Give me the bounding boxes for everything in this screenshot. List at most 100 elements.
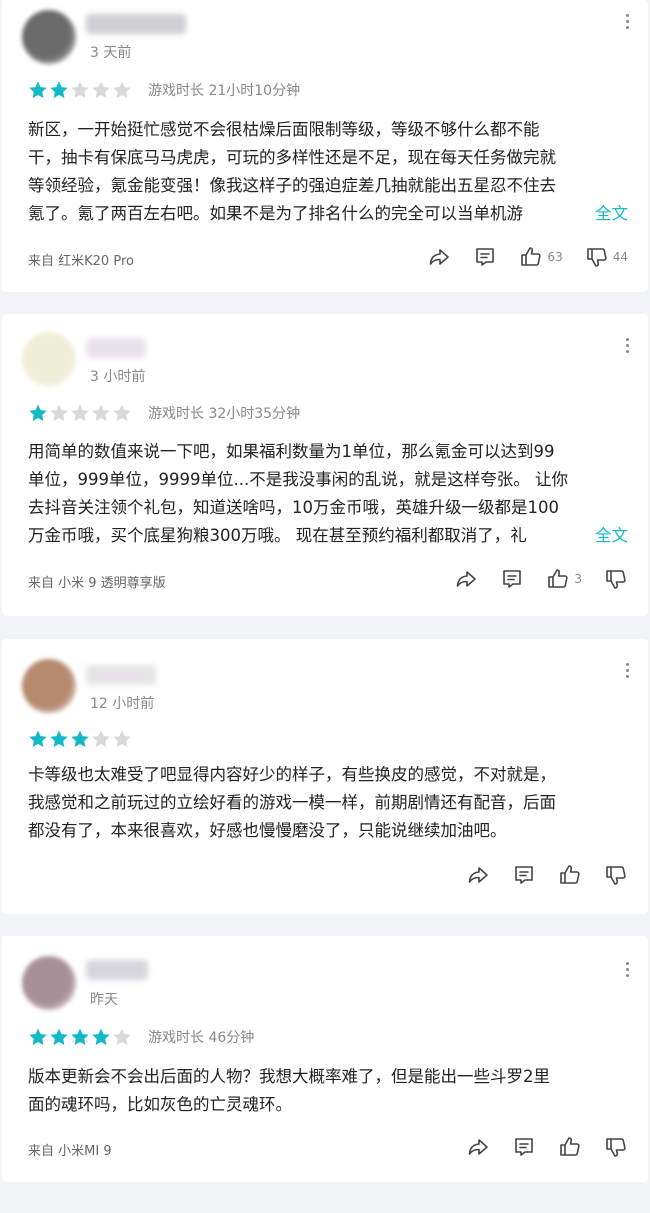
action-bar: 3 (432, 567, 628, 591)
share-button[interactable] (466, 1135, 490, 1159)
star-icon (49, 1027, 69, 1047)
review-text-last-line: 万金币哦，买个底星狗粮300万哦。 现在甚至预约福利都取消了，礼 全文 (28, 522, 628, 550)
star-icon (28, 1027, 48, 1047)
like-button[interactable] (558, 863, 582, 887)
star-rating (28, 80, 133, 100)
review-text-line: 新区，一开始挺忙感觉不会很枯燥后面限制等级，等级不够什么都不能 (28, 120, 540, 139)
avatar[interactable] (22, 956, 76, 1010)
star-icon (49, 80, 69, 100)
thumb-up-icon (519, 245, 543, 269)
more-vert-icon[interactable] (624, 962, 630, 982)
dislike-button[interactable] (604, 863, 628, 887)
review-card: 12 小时前 卡等级也太难受了吧显得内容好少的样子，有些换皮的感觉，不对就是， … (2, 639, 648, 914)
share-button[interactable] (427, 245, 451, 269)
star-icon (70, 729, 90, 749)
username-blurred[interactable] (86, 338, 146, 358)
review-text[interactable]: 用简单的数值来说一下吧，如果福利数量为1单位，那么氪金可以达到99 单位，999… (28, 438, 628, 550)
username-blurred[interactable] (86, 665, 156, 685)
star-icon (112, 1027, 132, 1047)
review-text-last-line: 氪了。氪了两百左右吧。如果不是为了排名什么的完全可以当单机游 全文 (28, 200, 628, 228)
share-icon (454, 567, 478, 591)
star-icon (28, 729, 48, 749)
star-icon (91, 1027, 111, 1047)
review-time: 3 小时前 (90, 369, 146, 385)
thumb-up-icon (558, 1135, 582, 1159)
review-text[interactable]: 卡等级也太难受了吧显得内容好少的样子，有些换皮的感觉，不对就是， 我感觉和之前玩… (28, 761, 628, 845)
star-icon (49, 729, 69, 749)
review-text-line: 万金币哦，买个底星狗粮300万哦。 现在甚至预约福利都取消了，礼 (28, 526, 527, 545)
comment-icon (512, 1135, 536, 1159)
review-time: 12 小时前 (90, 696, 155, 712)
review-text-line: 单位，999单位，9999单位...不是我没事闲的乱说，就是这样夸张。 让你 (28, 470, 568, 489)
playtime: 游戏时长 32小时35分钟 (148, 406, 301, 422)
review-text-line: 卡等级也太难受了吧显得内容好少的样子，有些换皮的感觉，不对就是， (28, 765, 556, 784)
playtime: 游戏时长 46分钟 (148, 1030, 255, 1046)
review-text-line: 干，抽卡有保底马马虎虎，可玩的多样性还是不足，现在每天任务做完就 (28, 148, 556, 167)
dislike-button[interactable] (604, 567, 628, 591)
comment-button[interactable] (512, 1135, 536, 1159)
star-rating (28, 1027, 133, 1047)
star-icon (49, 403, 69, 423)
comment-button[interactable] (500, 567, 524, 591)
share-button[interactable] (466, 863, 490, 887)
like-count: 3 (574, 572, 582, 586)
device-label: 来自 小米 9 透明尊享版 (28, 576, 166, 591)
expand-full-text-link[interactable]: 全文 (595, 522, 628, 550)
rating-row (28, 729, 133, 749)
star-icon (112, 80, 132, 100)
username-blurred[interactable] (86, 14, 186, 34)
more-vert-icon[interactable] (624, 338, 630, 358)
star-icon (70, 403, 90, 423)
star-icon (112, 403, 132, 423)
avatar[interactable] (22, 659, 76, 713)
like-button[interactable] (558, 1135, 582, 1159)
star-icon (70, 1027, 90, 1047)
review-card: 3 天前 游戏时长 21小时10分钟 新区，一开始挺忙感觉不会很枯燥后面限制等级… (2, 0, 648, 292)
dislike-count: 44 (612, 250, 628, 264)
rating-row: 游戏时长 21小时10分钟 (28, 80, 300, 100)
star-rating (28, 403, 133, 423)
comment-icon (500, 567, 524, 591)
comment-icon (512, 863, 536, 887)
thumb-up-icon (546, 567, 570, 591)
star-icon (91, 729, 111, 749)
action-bar (444, 1135, 628, 1159)
like-button[interactable]: 63 (519, 245, 563, 269)
share-button[interactable] (454, 567, 478, 591)
share-icon (427, 245, 451, 269)
dislike-button[interactable] (604, 1135, 628, 1159)
review-text-line: 我感觉和之前玩过的立绘好看的游戏一模一样，前期剧情还有配音，后面 (28, 793, 556, 812)
comment-button[interactable] (473, 245, 497, 269)
avatar[interactable] (22, 332, 76, 386)
more-vert-icon[interactable] (624, 14, 630, 34)
review-text[interactable]: 版本更新会不会出后面的人物？我想大概率难了，但是能出一些斗罗2里 面的魂环吗，比… (28, 1063, 628, 1119)
review-text-line: 氪了。氪了两百左右吧。如果不是为了排名什么的完全可以当单机游 (28, 204, 523, 223)
device-label: 来自 红米K20 Pro (28, 254, 134, 269)
username-blurred[interactable] (86, 960, 148, 980)
thumb-up-icon (558, 863, 582, 887)
review-text[interactable]: 新区，一开始挺忙感觉不会很枯燥后面限制等级，等级不够什么都不能 干，抽卡有保底马… (28, 116, 628, 228)
thumb-down-icon (585, 245, 609, 269)
thumb-down-icon (604, 1135, 628, 1159)
star-icon (28, 403, 48, 423)
star-icon (70, 80, 90, 100)
review-text-line: 版本更新会不会出后面的人物？我想大概率难了，但是能出一些斗罗2里 (28, 1067, 550, 1086)
review-text-line: 用简单的数值来说一下吧，如果福利数量为1单位，那么氪金可以达到99 (28, 442, 555, 461)
review-time: 昨天 (90, 992, 118, 1008)
expand-full-text-link[interactable]: 全文 (595, 200, 628, 228)
review-text-line: 去抖音关注领个礼包，知道送啥吗，10万金币哦，英雄升级一级都是100 (28, 498, 559, 517)
review-text-line: 面的魂环吗，比如灰色的亡灵魂环。 (28, 1095, 292, 1114)
avatar[interactable] (22, 10, 76, 64)
review-text-line: 都没有了，本来很喜欢，好感也慢慢磨没了，只能说继续加油吧。 (28, 821, 507, 840)
rating-row: 游戏时长 46分钟 (28, 1027, 254, 1047)
like-count: 63 (547, 250, 563, 264)
action-bar (444, 863, 628, 887)
action-bar: 63 44 (405, 245, 628, 269)
like-button[interactable]: 3 (546, 567, 582, 591)
review-time: 3 天前 (90, 45, 132, 61)
comment-icon (473, 245, 497, 269)
dislike-button[interactable]: 44 (585, 245, 628, 269)
comment-button[interactable] (512, 863, 536, 887)
star-icon (91, 403, 111, 423)
more-vert-icon[interactable] (624, 663, 630, 683)
